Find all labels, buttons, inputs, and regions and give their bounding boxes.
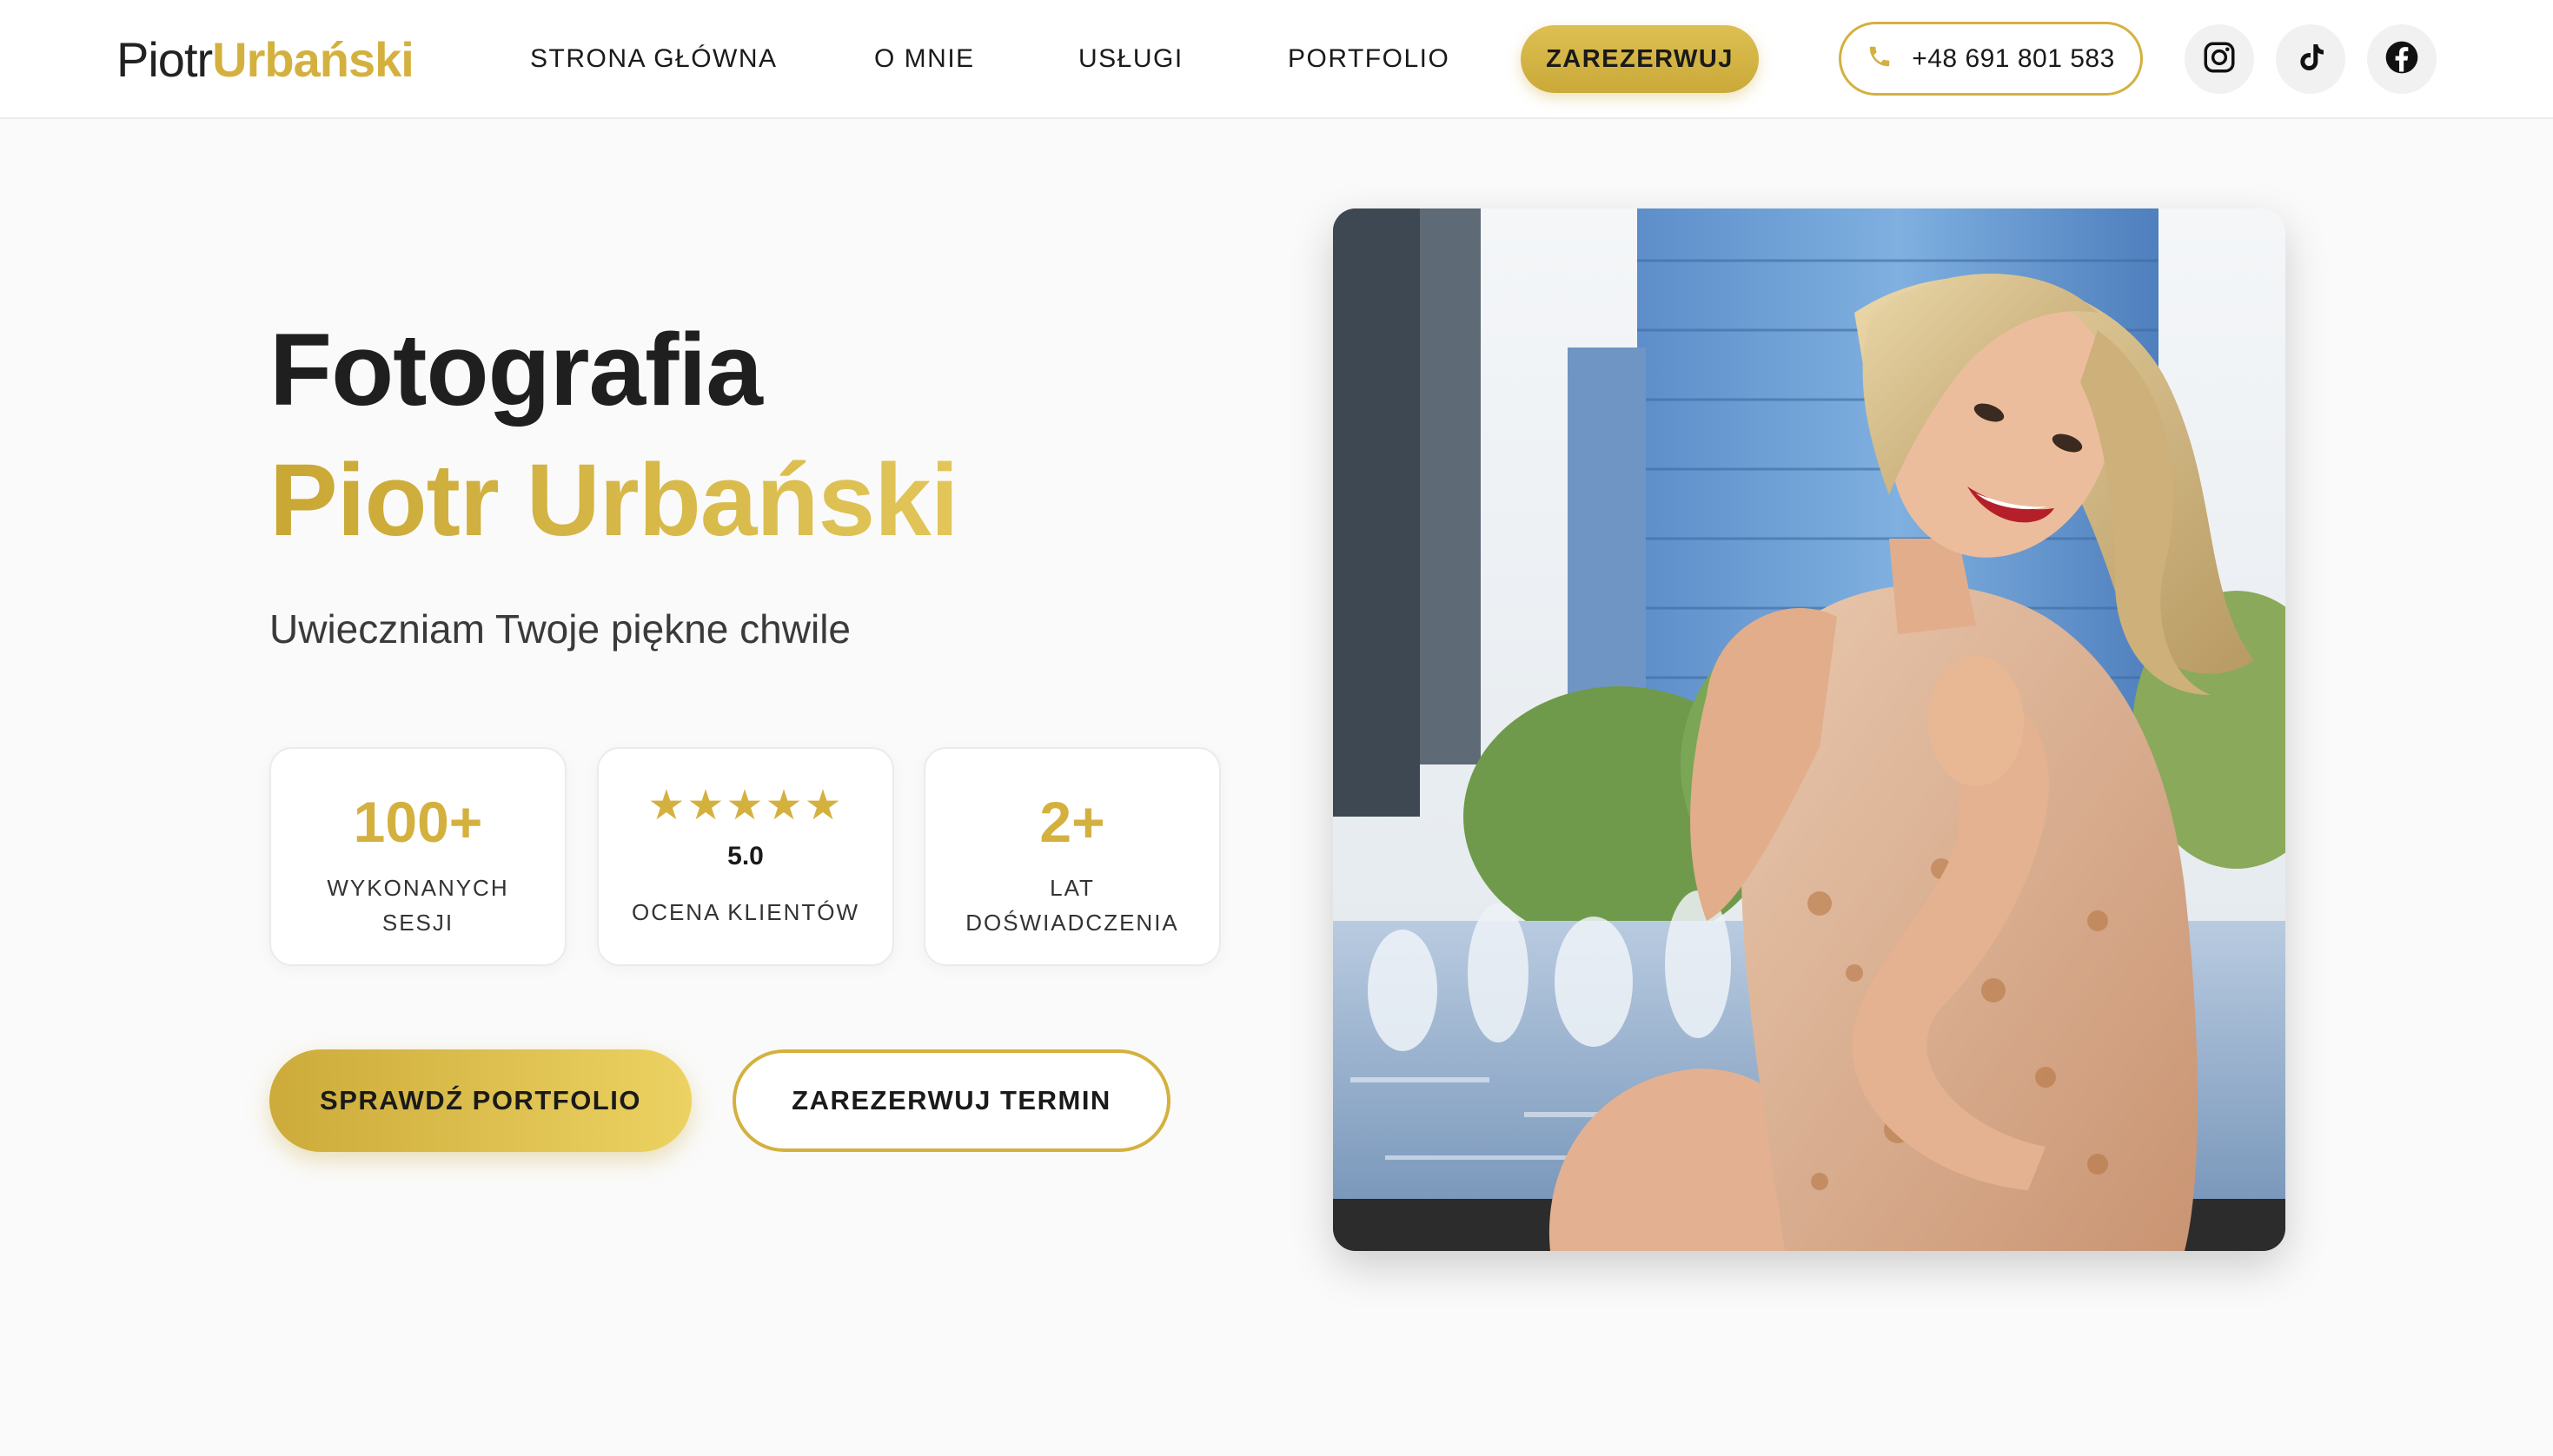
stat-sessions-value: 100+: [353, 790, 483, 854]
phone-button[interactable]: +48 691 801 583: [1839, 22, 2143, 96]
rating-stars-icon: ★★★★★: [647, 783, 844, 829]
stat-experience-value: 2+: [1039, 790, 1105, 854]
stat-rating-label: OCENA KLIENTÓW: [631, 899, 860, 925]
hero-photo: [1333, 208, 2285, 1251]
site-header: PiotrUrbański STRONA GŁÓWNA O MNIE USŁUG…: [0, 0, 2553, 119]
nav-services[interactable]: USŁUGI: [1078, 42, 1184, 76]
stat-sessions-label: WYKONANYCH SESJI: [327, 875, 509, 936]
instagram-icon: [2201, 39, 2238, 80]
logo-last-name: Urbański: [212, 32, 414, 87]
stat-experience-card: 2+ LAT DOŚWIADCZENIA: [924, 747, 1221, 966]
hero-title: Fotografia: [269, 313, 763, 427]
tiktok-icon: [2293, 40, 2328, 79]
hero-photographer-name: Piotr Urbański: [269, 440, 959, 561]
hero-subtitle: Uwieczniam Twoje piękne chwile: [269, 606, 851, 652]
stat-experience-label: LAT DOŚWIADCZENIA: [965, 875, 1179, 936]
nav-portfolio[interactable]: PORTFOLIO: [1288, 42, 1449, 76]
site-logo[interactable]: PiotrUrbański: [116, 30, 414, 90]
instagram-link[interactable]: [2185, 24, 2254, 94]
nav-home[interactable]: STRONA GŁÓWNA: [530, 42, 778, 76]
book-appointment-button[interactable]: ZAREZERWUJ TERMIN: [733, 1049, 1170, 1152]
facebook-icon: [2383, 38, 2421, 81]
nav-about[interactable]: O MNIE: [874, 42, 975, 76]
logo-first-name: Piotr: [116, 32, 213, 87]
book-button[interactable]: ZAREZERWUJ: [1521, 25, 1759, 93]
facebook-link[interactable]: [2367, 24, 2437, 94]
phone-number: +48 691 801 583: [1912, 43, 2115, 73]
view-portfolio-button[interactable]: SPRAWDŹ PORTFOLIO: [269, 1049, 692, 1152]
stat-sessions-card: 100+ WYKONANYCH SESJI: [269, 747, 567, 966]
phone-icon: [1867, 43, 1893, 74]
stat-rating-value: 5.0: [727, 842, 764, 870]
stat-rating-card: ★★★★★ 5.0 OCENA KLIENTÓW: [597, 747, 894, 966]
tiktok-link[interactable]: [2276, 24, 2345, 94]
